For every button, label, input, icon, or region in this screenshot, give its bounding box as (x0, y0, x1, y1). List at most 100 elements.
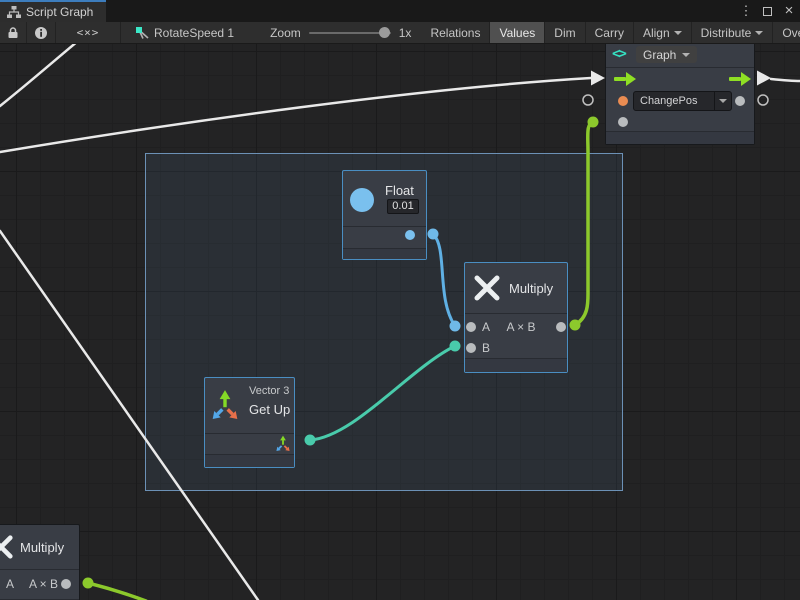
event-output-port[interactable] (735, 96, 745, 106)
multiply-input-a-port[interactable] (466, 322, 476, 332)
multiply-icon (0, 534, 14, 560)
multiply-output-port[interactable] (556, 322, 566, 332)
graph-code-icon: <> (612, 46, 625, 62)
button-label: Values (499, 26, 535, 40)
wire-bottom-multiply-out (88, 583, 146, 600)
macro-icon (135, 26, 150, 40)
unity-script-graph-window: <> Graph ChangePos Float (0, 0, 800, 600)
wire-end-dot (305, 435, 316, 446)
lock-icon (7, 26, 19, 39)
multiply-input-b-port[interactable] (466, 343, 476, 353)
graph-event-node[interactable]: <> Graph ChangePos (605, 44, 755, 145)
node-separator (606, 67, 754, 68)
zoom-slider-handle[interactable] (379, 27, 390, 38)
toolbar-button-values[interactable]: Values (490, 22, 545, 43)
button-label: Dim (554, 26, 575, 40)
float-value-field[interactable]: 0.01 (387, 199, 419, 214)
zoom-value: 1x (399, 26, 412, 40)
toolbar-button-relations[interactable]: Relations (421, 22, 490, 43)
unconnected-port-circle (758, 95, 768, 105)
float-output-port[interactable] (405, 230, 415, 240)
flow-wire-outgoing (771, 79, 800, 81)
graph-toolbar: <×> RotateSpeed 1 Zoom 1x Relations Valu… (0, 22, 800, 44)
close-icon[interactable]: × (782, 0, 796, 22)
wire-arrowhead-in (591, 71, 605, 86)
button-label: Distribute (701, 26, 752, 40)
tab-script-graph[interactable]: Script Graph (0, 0, 106, 22)
lock-button[interactable] (0, 22, 27, 43)
wire-end-dot (428, 229, 439, 240)
node-separator (465, 313, 567, 314)
node-separator (343, 226, 426, 227)
button-label: Overview (782, 26, 800, 40)
multiply-node-title: Multiply (509, 281, 553, 296)
toolbar-button-distribute[interactable]: Distribute (692, 22, 774, 43)
flow-wire-incoming (0, 78, 591, 152)
chevron-down-icon (755, 31, 763, 39)
node-footer (606, 131, 754, 144)
info-icon (34, 26, 48, 40)
chevron-down-icon (682, 53, 690, 61)
zoom-label: Zoom (270, 26, 301, 40)
graph-canvas[interactable]: <> Graph ChangePos Float (0, 44, 800, 600)
maximize-icon[interactable] (763, 7, 772, 16)
button-label: Align (643, 26, 670, 40)
wire-getup-to-multiply (310, 346, 455, 440)
multiply-input-b-label: B (482, 341, 490, 355)
node-separator (0, 569, 79, 570)
vector3-axis-icon (210, 389, 240, 419)
graph-breadcrumb-dropdown[interactable]: Graph (636, 46, 697, 63)
event-value-port[interactable] (618, 117, 628, 127)
node-separator (205, 433, 294, 434)
float-node[interactable]: Float 0.01 (342, 170, 427, 260)
code-view-button[interactable]: <×> (56, 22, 121, 43)
event-name-label: ChangePos (634, 95, 714, 107)
multiply-output-label: A × B (499, 320, 543, 334)
flow-output-arrow-icon[interactable] (729, 72, 751, 86)
vector3-getup-node[interactable]: Vector 3 Get Up (204, 377, 295, 468)
menu-icon[interactable]: ⋮ (739, 0, 753, 22)
unconnected-port-circle (583, 95, 593, 105)
graph-breadcrumb-label: Graph (643, 48, 676, 62)
vector3-output-port-icon[interactable] (275, 435, 291, 451)
wire-end-dot (450, 341, 461, 352)
getup-node-title: Get Up (249, 402, 290, 417)
script-graph-icon (7, 6, 21, 18)
flow-input-arrow-icon[interactable] (614, 72, 636, 86)
wire-end-dot (83, 578, 94, 589)
multiply2-node-title: Multiply (20, 540, 64, 555)
wire-arrowhead-out (757, 71, 771, 86)
toolbar-button-carry[interactable]: Carry (586, 22, 634, 43)
event-target-port[interactable] (618, 96, 628, 106)
window-controls: ⋮ × (739, 0, 796, 22)
zoom-control: Zoom 1x (248, 22, 421, 43)
tab-title: Script Graph (26, 5, 93, 19)
zoom-slider[interactable] (309, 32, 391, 34)
graph-reference-button[interactable]: RotateSpeed 1 (121, 22, 248, 43)
wire-end-dot (450, 321, 461, 332)
node-footer (205, 454, 294, 467)
multiply-node[interactable]: Multiply A A × B B (464, 262, 568, 373)
toolbar-button-align[interactable]: Align (634, 22, 692, 43)
toolbar-button-overview[interactable]: Overview (773, 22, 800, 43)
float-node-title: Float (385, 183, 414, 198)
multiply-node-2[interactable]: Multiply A A × B (0, 524, 80, 600)
flow-wire-topleft (0, 44, 78, 106)
wire-float-to-multiply (433, 234, 455, 326)
wire-end-dot (588, 117, 599, 128)
chevron-down-icon[interactable] (714, 92, 731, 110)
node-footer (465, 358, 567, 372)
event-name-dropdown[interactable]: ChangePos (633, 91, 732, 111)
wire-multiply-to-event (575, 122, 593, 325)
multiply2-output-label: A × B (29, 577, 58, 591)
button-label: Relations (430, 26, 480, 40)
multiply2-output-port[interactable] (61, 579, 71, 589)
info-button[interactable] (27, 22, 56, 43)
graph-reference-label: RotateSpeed 1 (154, 26, 234, 40)
float-type-icon (350, 188, 374, 212)
toolbar-button-dim[interactable]: Dim (545, 22, 585, 43)
window-tab-bar: Script Graph ⋮ × (0, 0, 800, 22)
button-label: Carry (595, 26, 624, 40)
node-footer (343, 248, 426, 259)
chevron-down-icon (674, 31, 682, 39)
